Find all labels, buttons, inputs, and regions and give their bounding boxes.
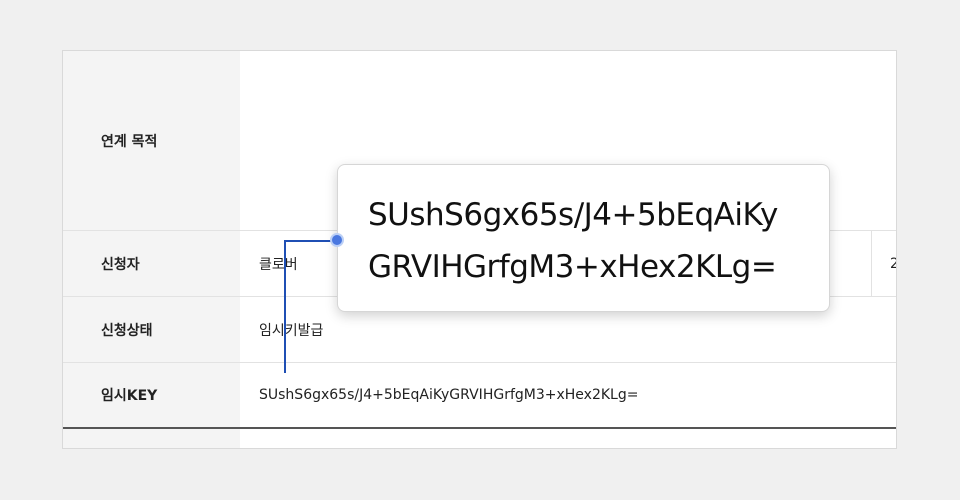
callout-connector-vertical bbox=[284, 240, 286, 373]
applicant-extra-value: 2 bbox=[871, 231, 896, 296]
temp-key-zoom-callout: SUshS6gx65s/J4+5bEqAiKy GRVIHGrfgM3+xHex… bbox=[337, 164, 830, 312]
row-temp-key: 임시KEY SUshS6gx65s/J4+5bEqAiKyGRVIHGrfgM3… bbox=[63, 363, 896, 429]
callout-anchor-dot bbox=[330, 233, 344, 247]
temp-key-label: 임시KEY bbox=[63, 363, 240, 427]
callout-key-line-2: GRVIHGrfgM3+xHex2KLg= bbox=[368, 249, 777, 285]
purpose-label: 연계 목적 bbox=[63, 51, 240, 230]
temp-key-value[interactable]: SUshS6gx65s/J4+5bEqAiKyGRVIHGrfgM3+xHex2… bbox=[240, 363, 896, 427]
callout-key-line-1: SUshS6gx65s/J4+5bEqAiKy bbox=[368, 197, 778, 233]
row-next bbox=[63, 429, 896, 448]
status-label: 신청상태 bbox=[63, 297, 240, 362]
applicant-label: 신청자 bbox=[63, 231, 240, 296]
next-label-cell bbox=[63, 429, 240, 448]
